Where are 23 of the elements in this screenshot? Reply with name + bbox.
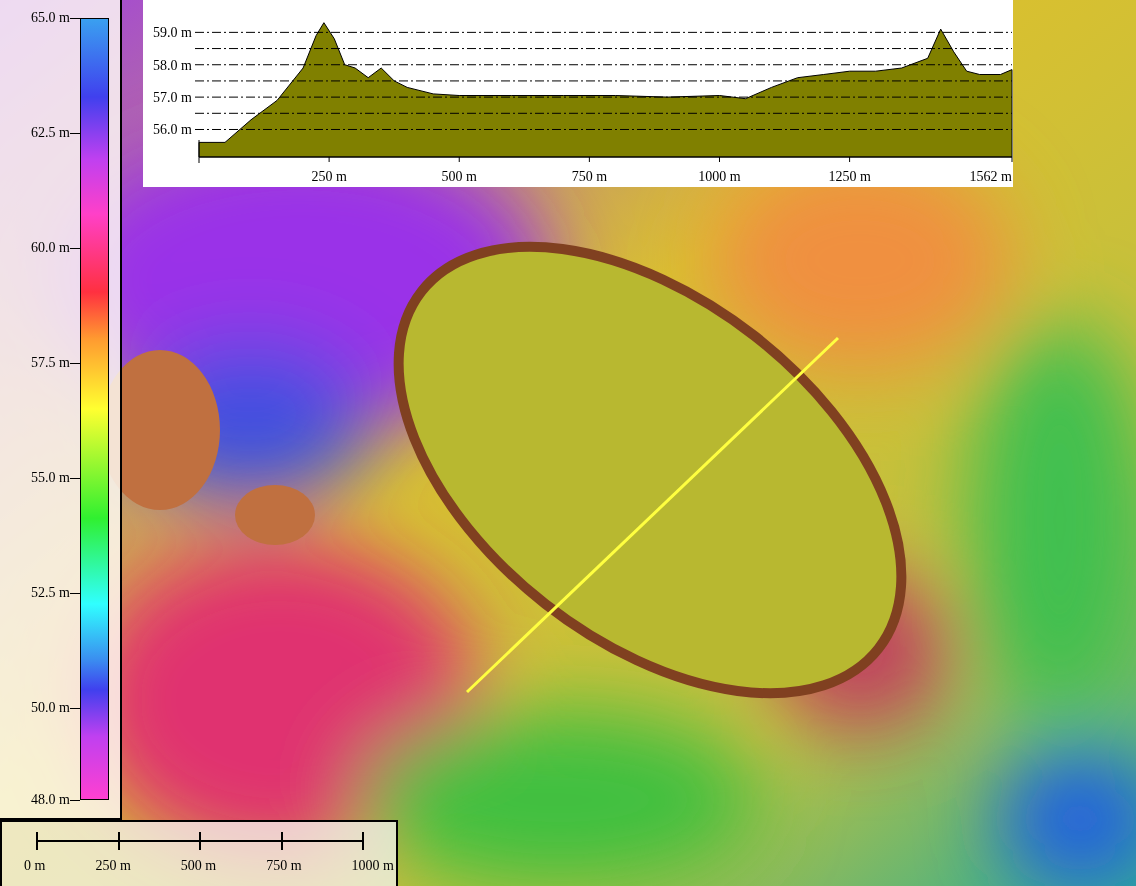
scale-label: 1000 m	[351, 858, 394, 874]
legend-label: 57.5 m	[31, 354, 70, 372]
x-tick-label: 1250 m	[828, 169, 871, 184]
x-tick-label: 1000 m	[698, 169, 741, 184]
scale-label: 750 m	[266, 858, 302, 874]
legend-label: 48.0 m	[31, 791, 70, 809]
x-tick-label: 500 m	[441, 169, 477, 184]
y-tick-label: 58.0 m	[153, 57, 192, 73]
legend-label: 65.0 m	[31, 9, 70, 27]
scale-label: 250 m	[95, 858, 131, 874]
legend-label: 52.5 m	[31, 584, 70, 602]
x-tick-label: 250 m	[311, 169, 347, 184]
scale-label: 500 m	[180, 858, 217, 874]
x-tick-label: 750 m	[571, 169, 608, 184]
legend-label: 60.0 m	[31, 239, 70, 257]
legend-label: 50.0 m	[31, 699, 70, 717]
legend-label: 55.0 m	[31, 469, 70, 487]
x-tick-label: 1562 m	[969, 169, 1012, 184]
legend-label: 62.5 m	[31, 124, 70, 142]
y-tick-label: 56.0 m	[153, 122, 192, 138]
y-tick-label: 59.0 m	[153, 25, 192, 41]
y-tick-label: 57.0 m	[153, 90, 192, 106]
scale-label: 0 m	[24, 858, 46, 874]
